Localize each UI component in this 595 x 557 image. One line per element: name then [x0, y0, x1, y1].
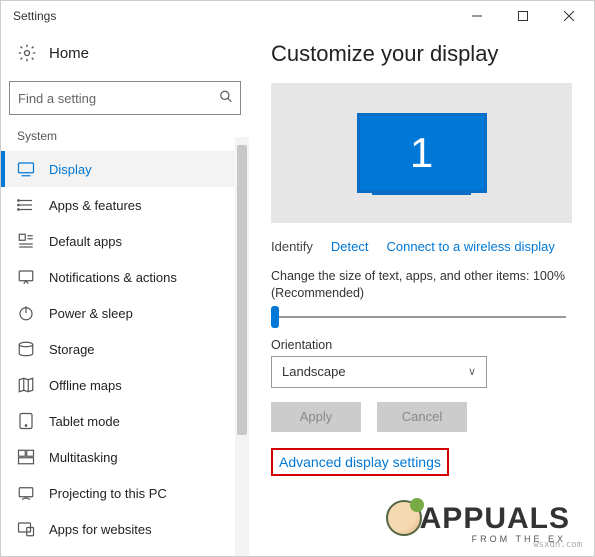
scrollbar-thumb[interactable] [237, 145, 247, 435]
power-icon [17, 304, 35, 322]
slider-track[interactable] [271, 310, 572, 324]
window-controls [454, 1, 592, 31]
apply-cancel-row: Apply Cancel [271, 402, 572, 432]
sidebar-item-apps-websites[interactable]: Apps for websites [1, 511, 249, 547]
orientation-label: Orientation [271, 338, 572, 352]
sidebar-item-apps-features[interactable]: Apps & features [1, 187, 249, 223]
display-actions-row: Identify Detect Connect to a wireless di… [271, 239, 572, 254]
sidebar-item-multitasking[interactable]: Multitasking [1, 439, 249, 475]
sidebar-item-display[interactable]: Display [1, 151, 249, 187]
search-icon [219, 90, 233, 107]
sidebar-item-storage[interactable]: Storage [1, 331, 249, 367]
watermark-logo: APPUALS FROM THE EX [386, 500, 570, 536]
advanced-display-settings-link[interactable]: Advanced display settings [271, 448, 449, 476]
titlebar: Settings [1, 1, 594, 31]
list-icon [17, 196, 35, 214]
identify-link[interactable]: Identify [271, 239, 313, 254]
multitasking-icon [17, 448, 35, 466]
sidebar-item-label: Offline maps [49, 378, 122, 393]
notifications-icon [17, 268, 35, 286]
search-box[interactable] [9, 81, 241, 115]
search-input[interactable] [9, 81, 241, 115]
sidebar: Home System Display Apps & features Defa… [1, 31, 249, 556]
gear-icon [17, 43, 37, 63]
sidebar-item-power-sleep[interactable]: Power & sleep [1, 295, 249, 331]
sidebar-item-label: Projecting to this PC [49, 486, 167, 501]
home-button[interactable]: Home [1, 37, 249, 73]
sidebar-item-label: Multitasking [49, 450, 118, 465]
detect-link[interactable]: Detect [331, 239, 369, 254]
scale-slider[interactable] [271, 310, 572, 324]
display-preview[interactable]: 1 [271, 83, 572, 223]
display-icon [17, 160, 35, 178]
default-apps-icon [17, 232, 35, 250]
sidebar-item-projecting[interactable]: Projecting to this PC [1, 475, 249, 511]
sidebar-item-default-apps[interactable]: Default apps [1, 223, 249, 259]
slider-thumb[interactable] [271, 306, 279, 328]
apps-websites-icon [17, 520, 35, 538]
tablet-icon [17, 412, 35, 430]
sidebar-item-label: Tablet mode [49, 414, 120, 429]
sidebar-item-label: Power & sleep [49, 306, 133, 321]
close-button[interactable] [546, 1, 592, 31]
home-label: Home [49, 45, 89, 62]
minimize-button[interactable] [454, 1, 500, 31]
sidebar-scrollbar[interactable] [235, 137, 249, 556]
orientation-value: Landscape [282, 364, 346, 379]
watermark-brand: APPUALS [420, 502, 570, 536]
watermark-site: wsxdn.com [533, 540, 582, 550]
cancel-button[interactable]: Cancel [377, 402, 467, 432]
apply-button[interactable]: Apply [271, 402, 361, 432]
maximize-button[interactable] [500, 1, 546, 31]
sidebar-item-tablet-mode[interactable]: Tablet mode [1, 403, 249, 439]
sidebar-item-label: Display [49, 162, 92, 177]
map-icon [17, 376, 35, 394]
section-label: System [1, 129, 249, 151]
projecting-icon [17, 484, 35, 502]
sidebar-item-label: Apps for websites [49, 522, 152, 537]
sidebar-item-label: Apps & features [49, 198, 142, 213]
content-pane: Customize your display 1 Identify Detect… [249, 31, 594, 556]
sidebar-item-label: Storage [49, 342, 95, 357]
sidebar-item-notifications[interactable]: Notifications & actions [1, 259, 249, 295]
storage-icon [17, 340, 35, 358]
sidebar-item-label: Default apps [49, 234, 122, 249]
nav-list: Display Apps & features Default apps Not… [1, 151, 249, 547]
page-title: Customize your display [271, 41, 572, 67]
sidebar-item-offline-maps[interactable]: Offline maps [1, 367, 249, 403]
scale-text: Change the size of text, apps, and other… [271, 268, 572, 302]
orientation-select[interactable]: Landscape ∨ [271, 356, 487, 388]
monitor-tile-1[interactable]: 1 [357, 113, 487, 193]
connect-wireless-link[interactable]: Connect to a wireless display [387, 239, 555, 254]
monitor-number: 1 [410, 129, 433, 177]
chevron-down-icon: ∨ [468, 365, 476, 378]
window-title: Settings [13, 9, 454, 23]
sidebar-item-label: Notifications & actions [49, 270, 177, 285]
mascot-icon [386, 500, 422, 536]
